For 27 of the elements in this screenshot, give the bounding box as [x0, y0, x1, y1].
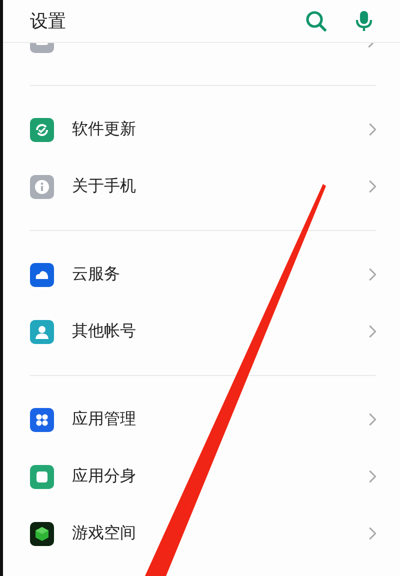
item-label: 应用管理: [72, 409, 137, 430]
chevron-icon: [369, 413, 376, 426]
chevron-icon: [369, 325, 376, 338]
chevron-icon: [369, 180, 376, 193]
grid-icon: [30, 408, 54, 432]
item-label: 软件更新: [72, 119, 137, 140]
chevron-icon: [368, 43, 375, 48]
chevron-icon: [369, 527, 376, 540]
person-icon: [30, 320, 54, 344]
item-label: 其他帐号: [72, 321, 137, 342]
chevron-icon: [369, 123, 376, 136]
microphone-icon[interactable]: [355, 10, 373, 32]
info-icon: [30, 174, 54, 198]
refresh-icon: [30, 118, 54, 142]
item-label: 云服务: [72, 264, 121, 285]
page-title: 设置: [30, 10, 67, 33]
cloud-icon: [30, 262, 54, 286]
settings-item[interactable]: 关于手机: [3, 158, 400, 215]
cube-icon: [30, 522, 54, 546]
item-label: 关于手机: [72, 176, 137, 197]
item-label: 游戏空间: [72, 523, 137, 544]
search-icon[interactable]: [305, 10, 327, 32]
square-icon: [30, 464, 54, 488]
settings-item[interactable]: 软件更新: [3, 101, 400, 158]
chevron-icon: [369, 268, 376, 281]
chevron-icon: [369, 470, 376, 483]
item-label: 应用分身: [72, 466, 137, 487]
